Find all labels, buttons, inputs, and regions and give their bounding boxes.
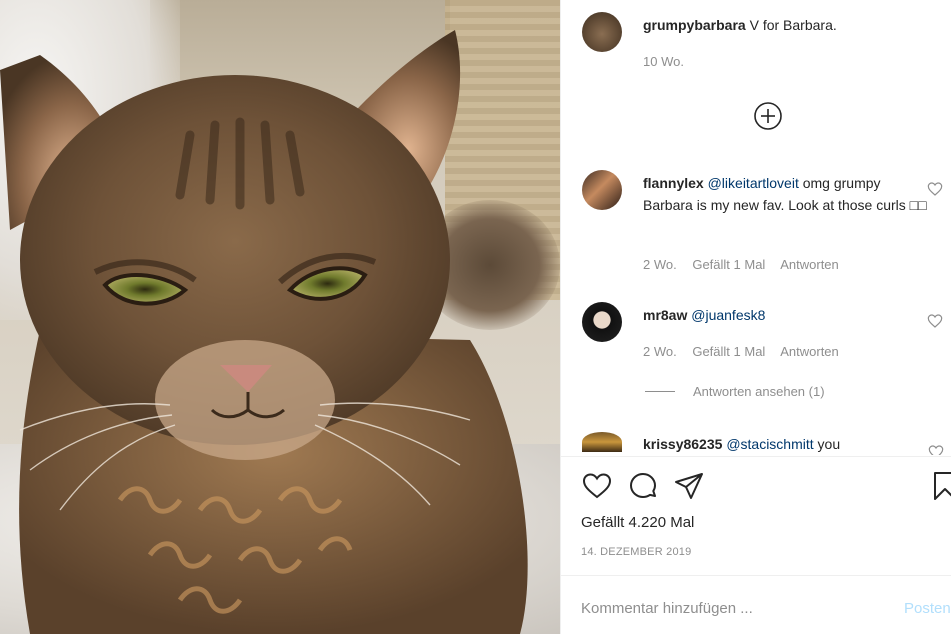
comment-flannylex: flannylex @likeitartloveit omg grumpy Ba… bbox=[643, 172, 933, 216]
view-replies-label[interactable]: Antworten ansehen (1) bbox=[693, 384, 825, 399]
post-caption: grumpybarbara V for Barbara. bbox=[643, 14, 933, 36]
post-button[interactable]: Posten bbox=[904, 600, 951, 617]
author-username[interactable]: grumpybarbara bbox=[643, 17, 746, 33]
replies-divider-line bbox=[645, 391, 675, 392]
comment-likes[interactable]: Gefällt 1 Mal bbox=[692, 257, 765, 272]
comment-username[interactable]: flannylex bbox=[643, 175, 704, 191]
comment-input[interactable] bbox=[581, 600, 921, 617]
comment-reply-button[interactable]: Antworten bbox=[780, 344, 839, 359]
comment-meta: 2 Wo. Gefällt 1 Mal Antworten bbox=[643, 257, 933, 272]
comment-mention[interactable]: @juanfesk8 bbox=[691, 307, 765, 323]
action-bar bbox=[581, 470, 705, 502]
view-replies-button[interactable]: Antworten ansehen (1) bbox=[645, 384, 837, 399]
comment-mention[interactable]: @stacischmitt bbox=[726, 436, 813, 452]
comment-avatar-flannylex[interactable] bbox=[582, 170, 622, 210]
caption-time[interactable]: 10 Wo. bbox=[643, 54, 696, 69]
actions-divider bbox=[561, 456, 951, 457]
caption-time-text[interactable]: 10 Wo. bbox=[643, 54, 684, 69]
caption-text: V for Barbara. bbox=[749, 17, 837, 33]
comment-reply-button[interactable]: Antworten bbox=[780, 257, 839, 272]
comment-avatar-mr8aw[interactable] bbox=[582, 302, 622, 342]
post-date[interactable]: 14. DEZEMBER 2019 bbox=[581, 546, 691, 558]
comment-text: you bbox=[817, 436, 841, 452]
comment-krissy86235: krissy86235 @stacischmitt you bbox=[643, 433, 933, 455]
comment-likes[interactable]: Gefällt 1 Mal bbox=[692, 344, 765, 359]
comment-avatar-krissy86235[interactable] bbox=[582, 432, 622, 452]
cat-illustration bbox=[0, 30, 528, 634]
likes-count[interactable]: Gefällt 4.220 Mal bbox=[581, 514, 694, 531]
comment-meta: 2 Wo. Gefällt 1 Mal Antworten bbox=[643, 344, 933, 359]
comment-krissy-clip: krissy86235 @stacischmitt you bbox=[561, 425, 951, 455]
comment-username[interactable]: krissy86235 bbox=[643, 436, 722, 452]
paper-plane-icon[interactable] bbox=[673, 470, 705, 502]
post-side-panel: grumpybarbara V for Barbara. 10 Wo. flan… bbox=[560, 0, 951, 634]
author-avatar[interactable] bbox=[582, 12, 622, 52]
comment-heart-icon[interactable] bbox=[927, 181, 943, 197]
heart-icon[interactable] bbox=[581, 470, 613, 502]
speech-bubble-icon[interactable] bbox=[627, 470, 659, 502]
comment-username[interactable]: mr8aw bbox=[643, 307, 687, 323]
comment-heart-icon[interactable] bbox=[927, 313, 943, 329]
comment-mr8aw: mr8aw @juanfesk8 bbox=[643, 304, 933, 326]
bookmark-icon[interactable] bbox=[929, 470, 951, 502]
plus-circle-icon[interactable] bbox=[753, 101, 783, 131]
input-divider bbox=[561, 575, 951, 576]
comment-time[interactable]: 2 Wo. bbox=[643, 257, 677, 272]
comment-heart-icon[interactable] bbox=[928, 444, 944, 455]
post-photo[interactable] bbox=[0, 0, 560, 634]
comment-mention[interactable]: @likeitartloveit bbox=[708, 175, 799, 191]
comment-time[interactable]: 2 Wo. bbox=[643, 344, 677, 359]
